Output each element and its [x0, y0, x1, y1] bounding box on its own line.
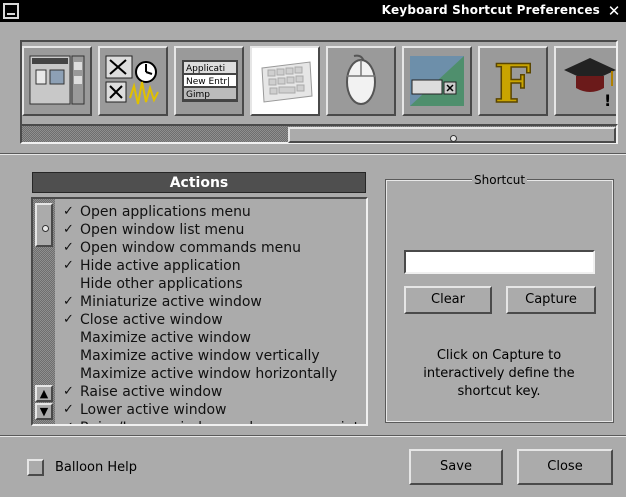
list-item-label: Open applications menu — [80, 204, 251, 220]
list-item-label: Hide other applications — [80, 276, 243, 292]
list-item-label: Raise/Lower window under mouse pointer — [80, 420, 366, 424]
list-item-label: Miniaturize active window — [80, 294, 262, 310]
window-handling-icon — [105, 55, 159, 105]
bottom-separator — [0, 435, 626, 437]
scroll-up-button[interactable]: ▲ — [35, 385, 53, 402]
font-icon: F — [493, 53, 532, 110]
svg-text:!: ! — [604, 91, 611, 110]
checkmark-icon: ✓ — [63, 240, 74, 255]
section-expert[interactable]: ! — [554, 46, 616, 116]
section-workspace[interactable] — [402, 46, 472, 116]
shortcut-group-title: Shortcut — [472, 172, 528, 188]
checkmark-icon: ✓ — [63, 312, 74, 327]
list-item-label: Lower active window — [80, 402, 227, 418]
balloon-help-checkbox[interactable] — [27, 459, 44, 476]
list-item[interactable]: ✓ Open window list menu — [61, 221, 366, 239]
shortcut-field[interactable] — [404, 250, 595, 274]
window-close-button[interactable]: ✕ — [605, 3, 623, 19]
list-item-label: Close active window — [80, 312, 223, 328]
list-item-label: Maximize active window vertically — [80, 348, 320, 364]
list-item[interactable]: ✓ Lower active window — [61, 401, 366, 419]
list-item[interactable]: ✓ Raise/Lower window under mouse pointer — [61, 419, 366, 424]
capture-hint: Click on Capture to interactively define… — [423, 348, 575, 399]
list-item[interactable]: Maximize active window horizontally — [61, 365, 366, 383]
balloon-help-label: Balloon Help — [55, 460, 138, 475]
list-item-label: Open window list menu — [80, 222, 245, 238]
list-item[interactable]: Maximize active window — [61, 329, 366, 347]
actions-list: ▲ ▼ ✓ Open applications menu ✓ Open window … — [31, 197, 368, 426]
actions-list-items: ✓ Open applications menu ✓ Open window list… — [61, 203, 366, 424]
top-separator — [0, 153, 626, 155]
checkmark-icon: ✓ — [63, 419, 74, 424]
scroll-knob-icon — [450, 135, 457, 142]
section-windows-preferences[interactable] — [22, 46, 92, 116]
section-scroll-thumb[interactable] — [288, 127, 616, 143]
actions-header: Actions — [32, 172, 366, 193]
section-window-handling[interactable] — [98, 46, 168, 116]
list-item[interactable]: ✓ Hide active application — [61, 257, 366, 275]
list-item-label: Maximize active window — [80, 330, 251, 346]
checkmark-icon: ✓ — [63, 222, 74, 237]
mouse-icon — [346, 54, 376, 105]
title-bar: Keyboard Shortcut Preferences ✕ — [0, 0, 626, 22]
actions-scroll-thumb[interactable] — [35, 203, 53, 247]
checkmark-icon: ✓ — [63, 402, 74, 417]
checkmark-icon: ✓ — [63, 384, 74, 399]
arrow-up-icon: ▲ — [39, 387, 49, 400]
capture-button[interactable]: Capture — [506, 286, 596, 314]
list-item[interactable]: ✓ Miniaturize active window — [61, 293, 366, 311]
arrow-down-icon: ▼ — [39, 405, 49, 418]
list-item-label: Open window commands menu — [80, 240, 302, 256]
list-item-label: Hide active application — [80, 258, 241, 274]
application-list-icon: Applicati New Entr| Gimp — [182, 60, 238, 102]
svg-text:New Entr|: New Entr| — [186, 77, 230, 87]
list-item[interactable]: ✓ Raise active window — [61, 383, 366, 401]
window-title: Keyboard Shortcut Preferences — [381, 3, 600, 17]
scroll-down-button[interactable]: ▼ — [35, 403, 53, 420]
actions-scrollbar[interactable]: ▲ ▼ — [33, 199, 55, 424]
list-item[interactable]: ✓ Open applications menu — [61, 203, 366, 221]
close-icon: ✕ — [607, 2, 621, 20]
miniaturize-button[interactable] — [3, 3, 19, 19]
checkmark-icon: ✓ — [63, 258, 74, 273]
keyboard-icon — [261, 61, 313, 103]
checkmark-icon: ✓ — [63, 294, 74, 309]
windows-preferences-icon — [29, 55, 85, 105]
list-item[interactable]: ✓ Open window commands menu — [61, 239, 366, 257]
expert-icon: ! — [564, 58, 616, 110]
list-item[interactable]: ✓ Close active window — [61, 311, 366, 329]
close-button[interactable]: Close — [517, 449, 613, 485]
save-button[interactable]: Save — [409, 449, 503, 485]
svg-text:Gimp: Gimp — [186, 90, 210, 100]
section-keyboard-shortcuts[interactable] — [250, 46, 320, 116]
workspace-icon — [410, 56, 464, 106]
list-item[interactable]: Maximize active window vertically — [61, 347, 366, 365]
list-item[interactable]: Hide other applications — [61, 275, 366, 293]
list-item-label: Maximize active window horizontally — [80, 366, 338, 382]
section-fonts[interactable]: F — [478, 46, 548, 116]
svg-text:Applicati: Applicati — [186, 64, 225, 74]
shortcut-group: Shortcut Clear Capture Click on Capture … — [385, 172, 614, 423]
svg-text:F: F — [494, 54, 531, 110]
list-item-label: Raise active window — [80, 384, 223, 400]
scroll-knob-icon — [42, 225, 49, 232]
section-application-list[interactable]: Applicati New Entr| Gimp — [174, 46, 244, 116]
section-scrollbar[interactable] — [20, 124, 618, 144]
checkmark-icon: ✓ — [63, 204, 74, 219]
section-mouse[interactable] — [326, 46, 396, 116]
clear-button[interactable]: Clear — [404, 286, 492, 314]
section-icon-strip: Applicati New Entr| Gimp F ! — [20, 40, 618, 126]
